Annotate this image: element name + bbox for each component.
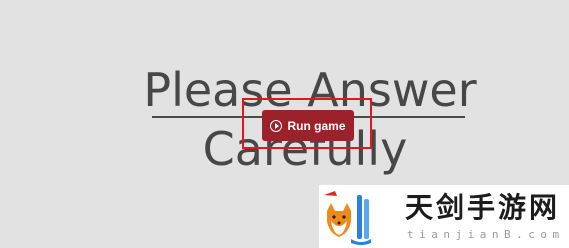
watermark: 天剑手游网 tianjianB.com bbox=[319, 185, 569, 248]
run-game-button[interactable]: Run game bbox=[262, 110, 354, 141]
fox-logo-icon bbox=[324, 191, 371, 245]
play-circle-icon bbox=[270, 119, 283, 132]
watermark-url: tianjianB.com bbox=[407, 228, 565, 241]
run-game-label: Run game bbox=[287, 118, 346, 133]
watermark-brand: 天剑手游网 bbox=[405, 191, 561, 224]
